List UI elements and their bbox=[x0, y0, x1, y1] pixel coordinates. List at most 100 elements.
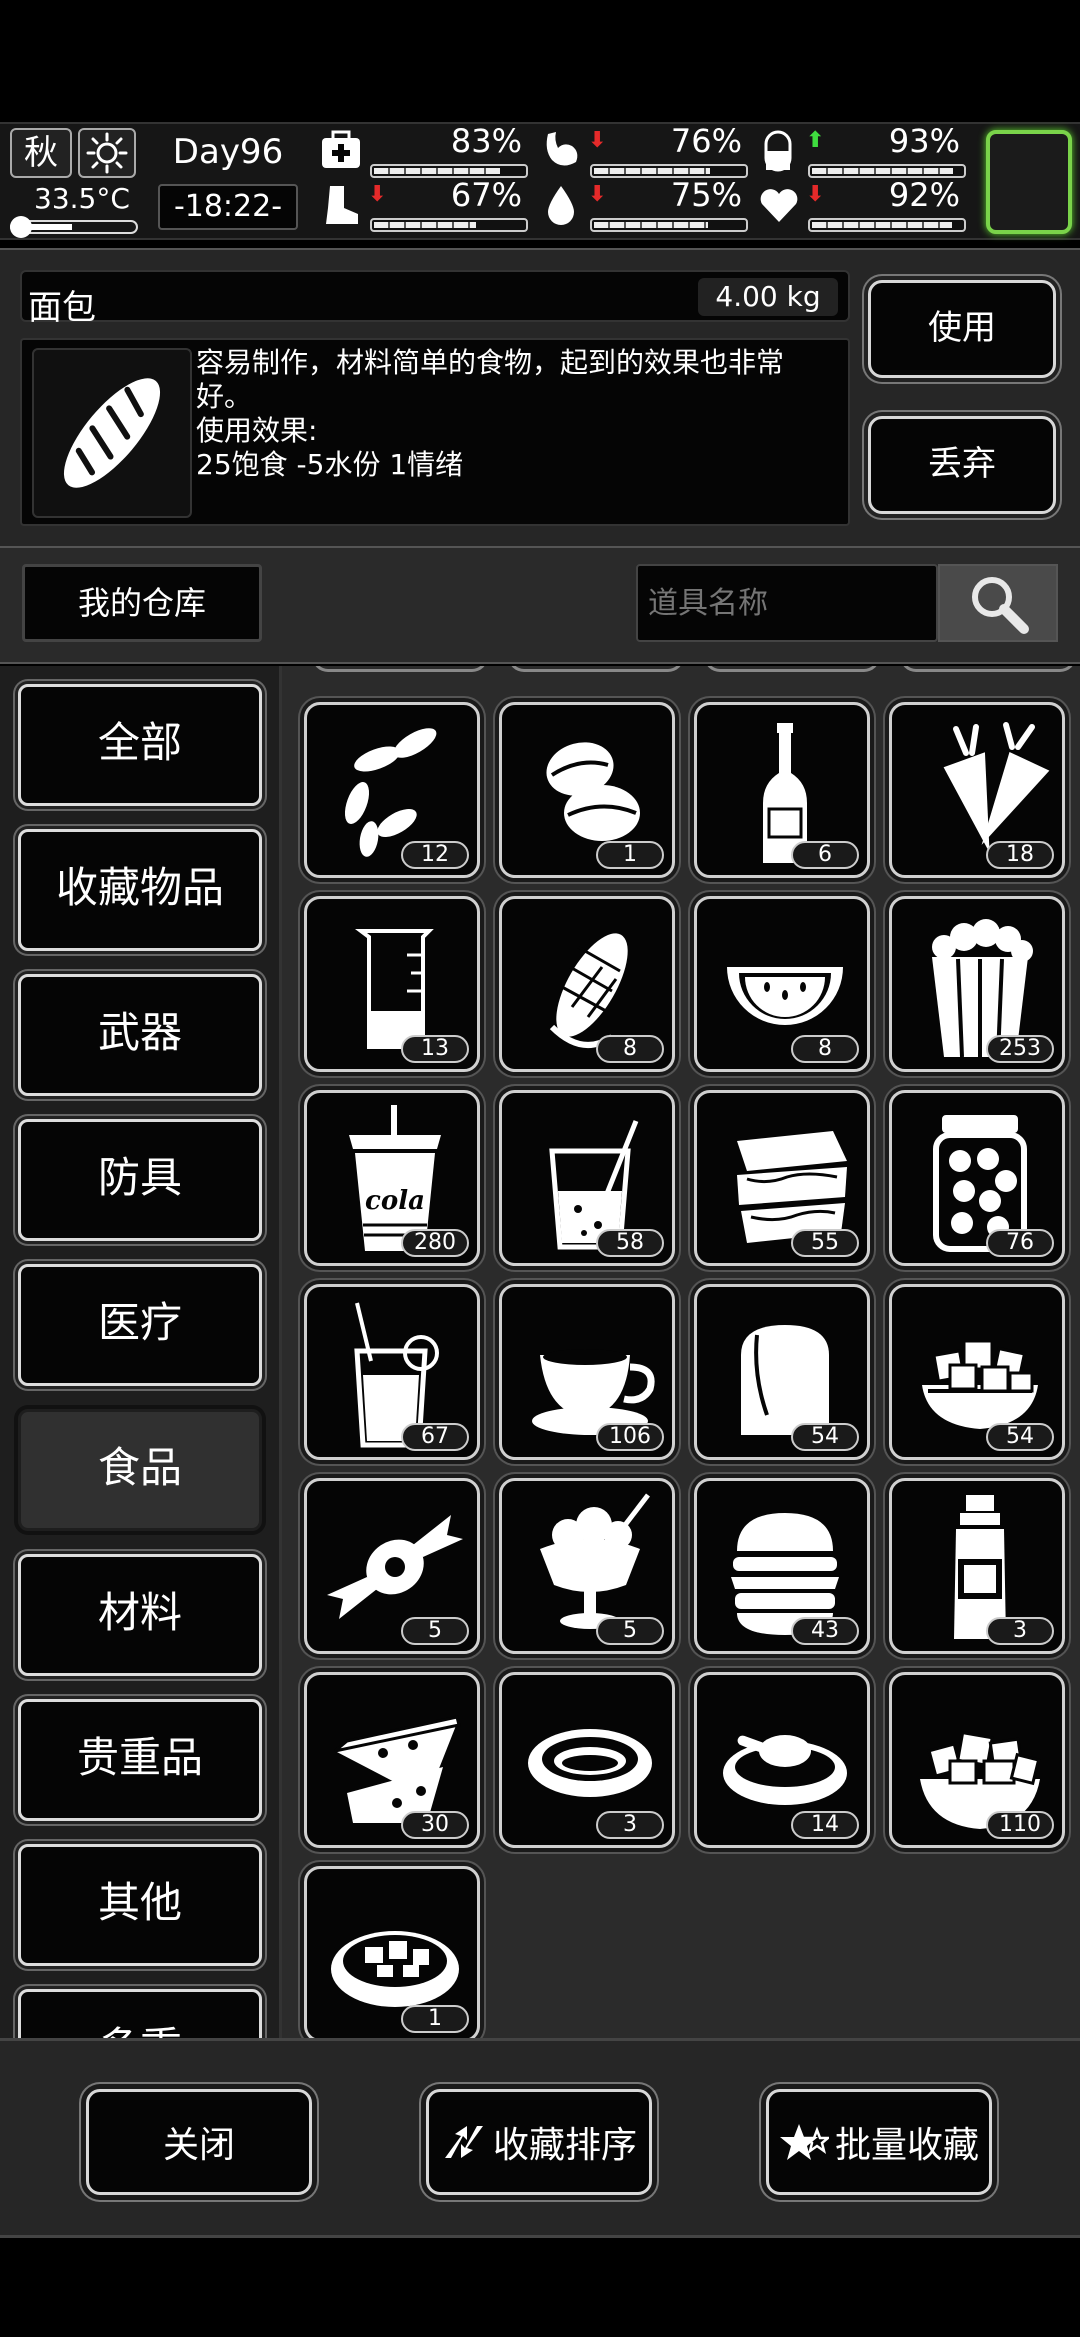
pill-icon bbox=[764, 130, 792, 172]
stat-gauge: ⬇ 75% bbox=[538, 176, 748, 232]
item-detail-panel: 面包 4.00 kg 容易制作，材料简单的食物，起到的效果也非常 好。 使用效果 bbox=[0, 248, 1080, 548]
stat-gauge: 83% bbox=[318, 122, 528, 178]
item-count: 43 bbox=[791, 1617, 859, 1645]
item-count: 106 bbox=[596, 1423, 664, 1451]
cup-label: cola bbox=[365, 1186, 425, 1216]
sort-favorites-button[interactable]: 收藏排序 bbox=[426, 2089, 652, 2195]
effect-values: 25饱食 -5水份 1情绪 bbox=[196, 448, 464, 481]
inventory-slot[interactable]: cola 280 bbox=[304, 1090, 480, 1266]
inventory-slot[interactable]: 5 bbox=[499, 1478, 675, 1654]
inventory-slot[interactable]: 1 bbox=[304, 1866, 480, 2038]
inventory-slot[interactable]: 76 bbox=[889, 1090, 1065, 1266]
item-grid[interactable]: 12 1 6 18 13 8 8 253 cola 280 58 55 76 67 106 54 54 5 5 43 3… bbox=[282, 666, 1080, 2038]
thermometer-fill bbox=[22, 224, 72, 230]
stat-bar-fill bbox=[812, 168, 953, 174]
description-line: 容易制作，材料简单的食物，起到的效果也非常 bbox=[196, 346, 785, 379]
stat-value: 92% bbox=[888, 176, 960, 214]
item-count: 1 bbox=[401, 2005, 469, 2033]
item-count: 58 bbox=[596, 1229, 664, 1257]
inventory-slot[interactable]: 110 bbox=[889, 1672, 1065, 1848]
inventory-slot[interactable]: 54 bbox=[889, 1284, 1065, 1460]
inventory-slot[interactable]: 58 bbox=[499, 1090, 675, 1266]
category-tab[interactable]: 武器 bbox=[18, 974, 262, 1096]
category-tab[interactable]: 材料 bbox=[18, 1554, 262, 1676]
item-count: 110 bbox=[986, 1811, 1054, 1839]
inventory-slot[interactable]: 14 bbox=[694, 1672, 870, 1848]
item-count: 67 bbox=[401, 1423, 469, 1451]
heart-icon bbox=[760, 189, 798, 222]
category-tab[interactable]: 食品 bbox=[18, 1409, 262, 1531]
category-tab[interactable]: 贵重品 bbox=[18, 1699, 262, 1821]
stat-value: 93% bbox=[888, 122, 960, 160]
partial-cell bbox=[312, 666, 488, 672]
stat-gauge: ⬆ 93% bbox=[756, 122, 966, 178]
inventory-slot[interactable]: 18 bbox=[889, 702, 1065, 878]
category-sidebar[interactable]: 全部收藏物品武器防具医疗食品材料贵重品其他多重 bbox=[0, 666, 282, 2038]
item-count: 3 bbox=[986, 1617, 1054, 1645]
batch-favorite-label: 批量收藏 bbox=[834, 2125, 979, 2166]
inventory-slot[interactable]: 30 bbox=[304, 1672, 480, 1848]
category-tab[interactable]: 收藏物品 bbox=[18, 829, 262, 951]
close-button[interactable]: 关闭 bbox=[86, 2089, 312, 2195]
stars-icon bbox=[779, 2124, 829, 2160]
stat-gauge: ⬇ 92% bbox=[756, 176, 966, 232]
inventory-slot[interactable]: 13 bbox=[304, 896, 480, 1072]
item-name-bar: 面包 4.00 kg bbox=[20, 270, 850, 328]
discard-button[interactable]: 丢弃 bbox=[868, 416, 1056, 514]
inventory-slot[interactable]: 8 bbox=[499, 896, 675, 1072]
stat-bar-fill bbox=[594, 168, 710, 174]
status-bar: 秋 33.5°C Day96 -18:22- 83% ⬇ 76% ⬆ 93% ⬇ 67% ⬇ 7… bbox=[0, 122, 1080, 240]
item-count: 55 bbox=[791, 1229, 859, 1257]
inventory-slot[interactable]: 3 bbox=[499, 1672, 675, 1848]
stat-value: 83% bbox=[450, 122, 522, 160]
category-tab[interactable]: 防具 bbox=[18, 1119, 262, 1241]
season-label: 秋 bbox=[24, 133, 58, 173]
item-count: 280 bbox=[401, 1229, 469, 1257]
inventory-slot[interactable]: 12 bbox=[304, 702, 480, 878]
inventory-slot[interactable]: 54 bbox=[694, 1284, 870, 1460]
category-tab[interactable]: 医疗 bbox=[18, 1264, 262, 1386]
partial-cell bbox=[508, 666, 684, 672]
category-tab[interactable]: 其他 bbox=[18, 1844, 262, 1966]
inventory-slot[interactable]: 43 bbox=[694, 1478, 870, 1654]
item-count: 253 bbox=[986, 1035, 1054, 1063]
equipped-slot[interactable] bbox=[986, 130, 1072, 234]
search-button[interactable] bbox=[938, 564, 1058, 642]
day-counter: Day96 bbox=[172, 132, 284, 172]
inventory-slot[interactable]: 8 bbox=[694, 896, 870, 1072]
item-count: 76 bbox=[986, 1229, 1054, 1257]
swap-arrows-icon bbox=[444, 2126, 483, 2158]
boot-icon bbox=[326, 186, 358, 224]
inventory-slot[interactable]: 1 bbox=[499, 702, 675, 878]
item-count: 30 bbox=[401, 1811, 469, 1839]
inventory-slot[interactable]: 253 bbox=[889, 896, 1065, 1072]
category-tab[interactable]: 多重 bbox=[18, 1989, 262, 2038]
thermometer-bar bbox=[10, 216, 138, 238]
temperature-readout: 33.5°C bbox=[34, 182, 130, 215]
use-button[interactable]: 使用 bbox=[868, 280, 1056, 378]
inventory-slot[interactable]: 67 bbox=[304, 1284, 480, 1460]
item-count: 8 bbox=[596, 1035, 664, 1063]
inventory-area: 全部收藏物品武器防具医疗食品材料贵重品其他多重 1216181388253col… bbox=[0, 666, 1080, 2038]
trend-down-icon: ⬇ bbox=[368, 182, 387, 207]
item-count: 14 bbox=[791, 1811, 859, 1839]
stat-gauge: ⬇ 67% bbox=[318, 176, 528, 232]
inventory-slot[interactable]: 55 bbox=[694, 1090, 870, 1266]
bread-icon bbox=[32, 348, 192, 518]
item-name: 面包 bbox=[28, 288, 96, 328]
partial-cell bbox=[900, 666, 1076, 672]
stat-bar bbox=[370, 218, 528, 232]
item-count: 18 bbox=[986, 841, 1054, 869]
item-count: 1 bbox=[596, 841, 664, 869]
inventory-slot[interactable]: 5 bbox=[304, 1478, 480, 1654]
category-tab[interactable]: 全部 bbox=[18, 684, 262, 806]
inventory-slot[interactable]: 106 bbox=[499, 1284, 675, 1460]
inventory-slot[interactable]: 3 bbox=[889, 1478, 1065, 1654]
item-count: 12 bbox=[401, 841, 469, 869]
warehouse-button[interactable]: 我的仓库 bbox=[22, 564, 262, 642]
toolbar: 我的仓库 bbox=[0, 548, 1080, 664]
item-count: 54 bbox=[986, 1423, 1054, 1451]
inventory-slot[interactable]: 6 bbox=[694, 702, 870, 878]
search-input[interactable] bbox=[636, 564, 938, 642]
batch-favorite-button[interactable]: 批量收藏 bbox=[766, 2089, 992, 2195]
